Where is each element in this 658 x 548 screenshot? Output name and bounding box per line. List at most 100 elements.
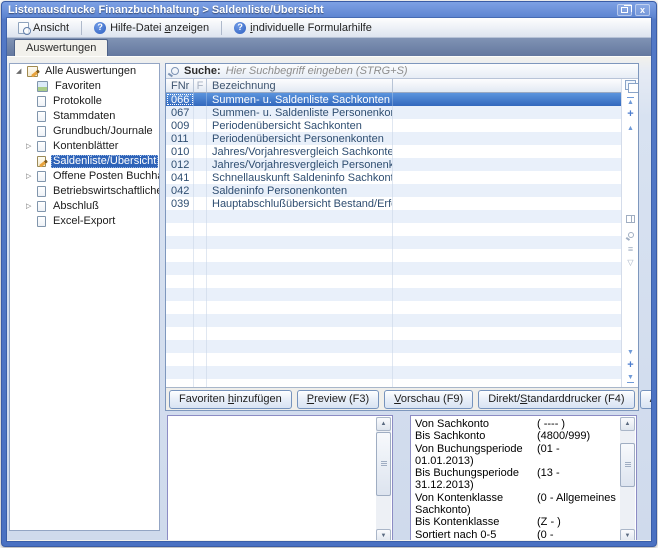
action-button-row: Favoriten hinzufügen Preview (F3) Vorsch…: [166, 387, 638, 410]
column-chooser-icon[interactable]: [625, 80, 636, 90]
cell-fnr: 066: [166, 93, 194, 106]
scrollbar-down-icon[interactable]: ▼: [376, 529, 391, 540]
auswertung-drucken-button[interactable]: Auswertung drucken: [640, 390, 651, 409]
param-line: Von Buchungsperiode(01 -: [415, 443, 618, 455]
cell-favorite: [194, 184, 207, 197]
column-header-f[interactable]: F: [194, 79, 207, 93]
tree-expander-icon[interactable]: ◢: [16, 68, 27, 75]
scrollbar-thumb[interactable]: [620, 443, 635, 487]
param-line: Bis Kontenklasse(Z - ): [415, 516, 618, 528]
cell-fnr: 042: [166, 184, 194, 197]
tree-panel: ◢ Alle Auswertungen Favoriten Protokolle: [9, 63, 160, 531]
search-bar[interactable]: Suche: Hier Suchbegriff eingeben (STRG+S…: [166, 64, 638, 79]
search-input[interactable]: Hier Suchbegriff eingeben (STRG+S): [226, 65, 408, 77]
scroll-last-icon[interactable]: ▼: [624, 372, 637, 384]
info-line: [172, 442, 374, 454]
direkt-standarddrucker-button[interactable]: Direkt/Standarddrucker (F4): [478, 390, 634, 409]
grid-row[interactable]: 066 Summen- u. Saldenliste Sachkonten: [166, 93, 621, 106]
tree-list: ◢ Alle Auswertungen Favoriten Protokolle: [10, 64, 159, 229]
find-panel-icon[interactable]: [624, 229, 637, 241]
insert-row-icon[interactable]: +: [624, 108, 637, 120]
tree-item[interactable]: Favoriten: [10, 79, 159, 94]
info-line: [172, 526, 374, 538]
form-info-textbox[interactable]: ▲ ▼: [167, 415, 393, 540]
scrollbar-down-icon[interactable]: ▼: [620, 529, 635, 540]
scroll-first-icon[interactable]: ▲: [624, 95, 637, 107]
grid-row-empty: [166, 379, 621, 387]
param-line: Bis Buchungsperiode(13 -: [415, 467, 618, 479]
cell-fnr: 041: [166, 171, 194, 184]
grid-row[interactable]: 041 Schnellauskunft Saldeninfo Sachkonte…: [166, 171, 621, 184]
form-params-textbox[interactable]: Von Sachkonto( ---- )Bis Sachkonto(4800/…: [410, 415, 637, 540]
tree-expander-icon[interactable]: ▷: [26, 143, 37, 150]
columns-icon[interactable]: [626, 215, 635, 223]
column-header-bezeichnung[interactable]: Bezeichnung: [207, 79, 393, 93]
tree-expander-icon[interactable]: ▷: [26, 203, 37, 210]
scroll-up-icon[interactable]: ▲: [624, 122, 637, 134]
cell-bezeichnung: Periodenübersicht Sachkonten: [207, 119, 393, 132]
tree-item-icon: [37, 141, 46, 152]
restore-button[interactable]: [617, 4, 632, 16]
formularhilfe-button[interactable]: ? individuelle Formularhilfe: [227, 19, 379, 36]
cell-filler: [393, 132, 621, 145]
param-line: Sortiert nach 0-5(0 -: [415, 529, 618, 540]
grid-side-toolbar: ▲ + ▲ ≡ ▽ ▼ + ▼: [621, 79, 638, 387]
cell-bezeichnung: Schnellauskunft Saldeninfo Sachkonten: [207, 171, 393, 184]
cell-fnr: 067: [166, 106, 194, 119]
cell-favorite: [194, 106, 207, 119]
filter-icon[interactable]: ▽: [624, 257, 637, 269]
cell-fnr: 009: [166, 119, 194, 132]
tree-item-icon: [37, 216, 46, 227]
grid-row[interactable]: 010 Jahres/Vorjahresvergleich Sachkonten: [166, 145, 621, 158]
scrollbar-up-icon[interactable]: ▲: [620, 417, 635, 431]
tree-expander-icon[interactable]: ▷: [26, 173, 37, 180]
tree-item[interactable]: Excel-Export: [10, 214, 159, 229]
params-scrollbar[interactable]: ▲ ▼: [620, 417, 635, 540]
cell-filler: [393, 171, 621, 184]
close-button[interactable]: x: [635, 4, 650, 16]
tree-item-label: Betriebswirtschaftliche Auswertungen: [51, 185, 160, 198]
group-panel-icon[interactable]: ≡: [624, 243, 637, 255]
cell-fnr: 011: [166, 132, 194, 145]
tree-item[interactable]: ▷ Abschluß: [10, 199, 159, 214]
titlebar[interactable]: Listenausdrucke Finanzbuchhaltung > Sald…: [2, 2, 656, 18]
scrollbar-thumb[interactable]: [376, 432, 391, 496]
cell-filler: [393, 106, 621, 119]
grid-row-empty: [166, 275, 621, 288]
grid-row-empty: [166, 353, 621, 366]
scrollbar-up-icon[interactable]: ▲: [376, 417, 391, 431]
tree-item[interactable]: Protokolle: [10, 94, 159, 109]
param-line: 01.01.2013): [415, 455, 618, 467]
cell-favorite: [194, 171, 207, 184]
append-row-icon[interactable]: +: [624, 359, 637, 371]
grid-row[interactable]: 042 Saldeninfo Personenkonten: [166, 184, 621, 197]
column-header-fnr[interactable]: FNr: [166, 79, 194, 93]
grid-row[interactable]: 009 Periodenübersicht Sachkonten: [166, 119, 621, 132]
grid-row[interactable]: 039 Hauptabschlußübersicht Bestand/Erfol…: [166, 197, 621, 210]
tree-item[interactable]: Stammdaten: [10, 109, 159, 124]
hilfe-datei-button[interactable]: ? Hilfe-Datei anzeigen: [87, 19, 216, 36]
cell-bezeichnung: Hauptabschlußübersicht Bestand/Erfolg: [207, 197, 393, 210]
tab-auswertungen[interactable]: Auswertungen: [14, 39, 108, 56]
grid-row[interactable]: 012 Jahres/Vorjahresvergleich Personenko…: [166, 158, 621, 171]
scroll-down-icon[interactable]: ▼: [624, 346, 637, 358]
tree-item[interactable]: Grundbuch/Journale: [10, 124, 159, 139]
info-scrollbar[interactable]: ▲ ▼: [376, 417, 391, 540]
cell-favorite: [194, 132, 207, 145]
tree-item[interactable]: Saldenliste/Übersicht: [10, 154, 159, 169]
param-line: Sachkonto): [415, 504, 618, 516]
vorschau-button[interactable]: Vorschau (F9): [384, 390, 473, 409]
grid-row-empty: [166, 223, 621, 236]
tree-item[interactable]: Betriebswirtschaftliche Auswertungen: [10, 184, 159, 199]
grid-row[interactable]: 067 Summen- u. Saldenliste Personenkonte…: [166, 106, 621, 119]
tree-item-label: Grundbuch/Journale: [51, 125, 155, 138]
favoriten-hinzufuegen-button[interactable]: Favoriten hinzufügen: [169, 390, 292, 409]
tree-item[interactable]: ◢ Alle Auswertungen: [10, 64, 159, 79]
cell-bezeichnung: Periodenübersicht Personenkonten: [207, 132, 393, 145]
tree-item-icon: [27, 66, 38, 77]
ansicht-button[interactable]: Ansicht: [11, 19, 76, 36]
tree-item[interactable]: ▷ Offene Posten Buchhaltung: [10, 169, 159, 184]
grid-row[interactable]: 011 Periodenübersicht Personenkonten: [166, 132, 621, 145]
preview-button[interactable]: Preview (F3): [297, 390, 379, 409]
tree-item[interactable]: ▷ Kontenblätter: [10, 139, 159, 154]
